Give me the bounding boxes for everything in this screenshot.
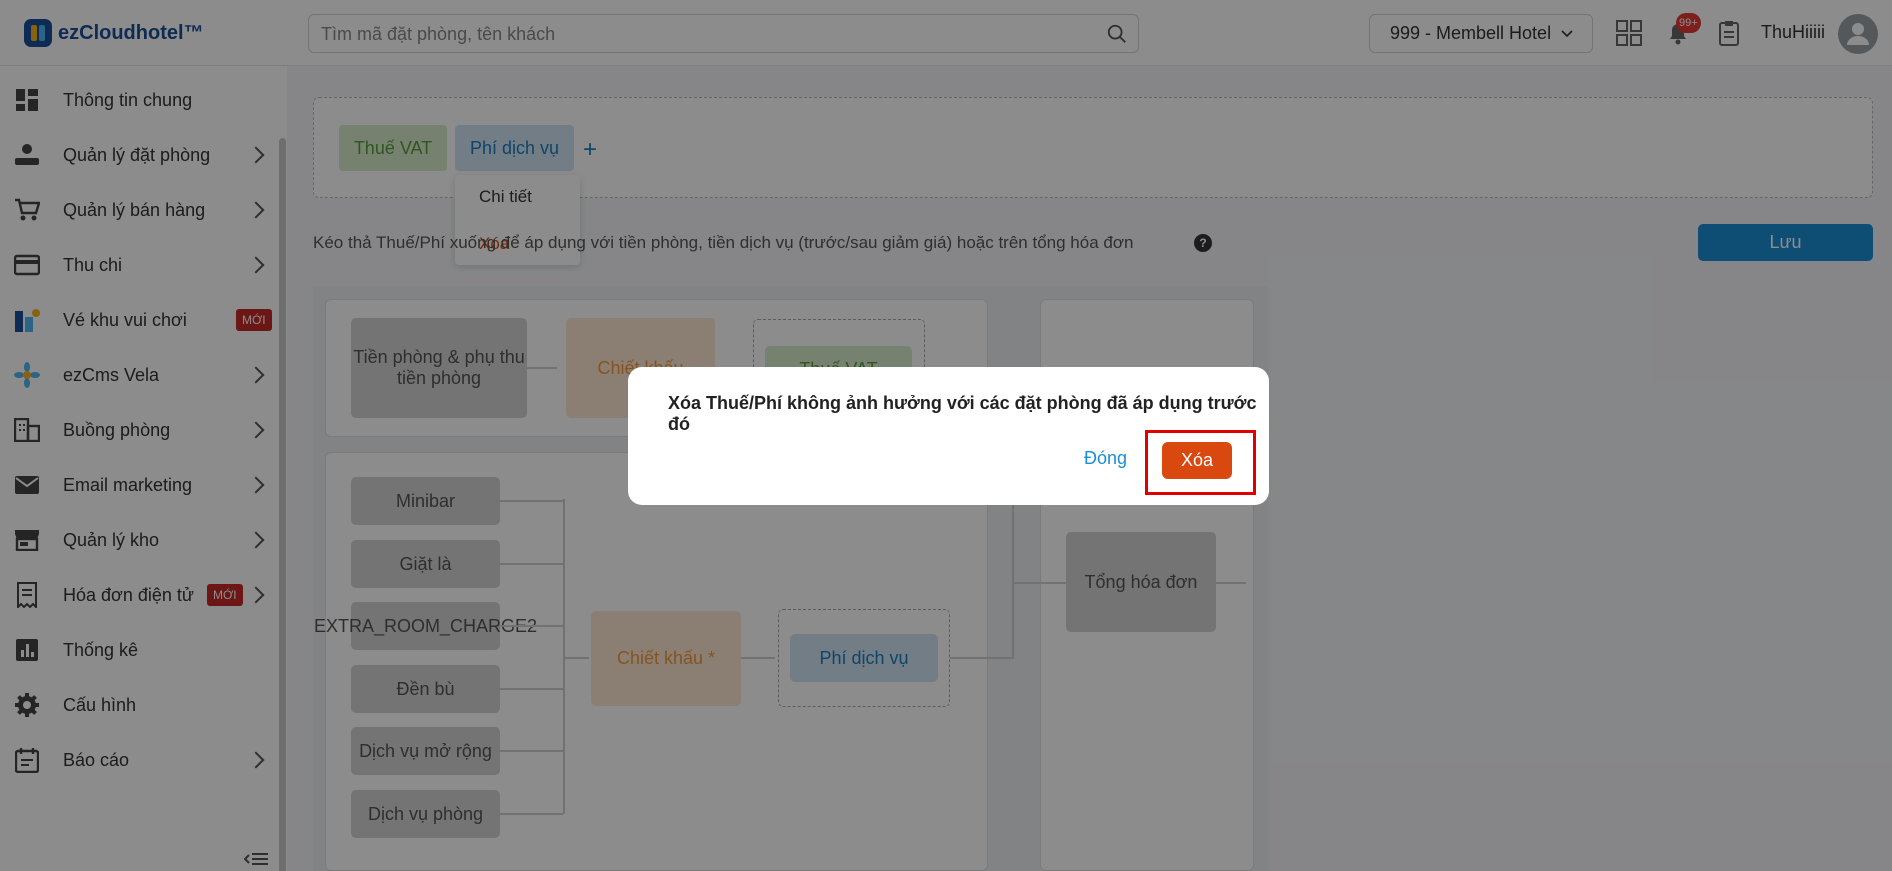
dialog-message: Xóa Thuế/Phí không ảnh hưởng với các đặt… — [668, 393, 1257, 434]
close-button[interactable]: Đóng — [1084, 448, 1127, 469]
highlight-box — [1145, 430, 1256, 495]
